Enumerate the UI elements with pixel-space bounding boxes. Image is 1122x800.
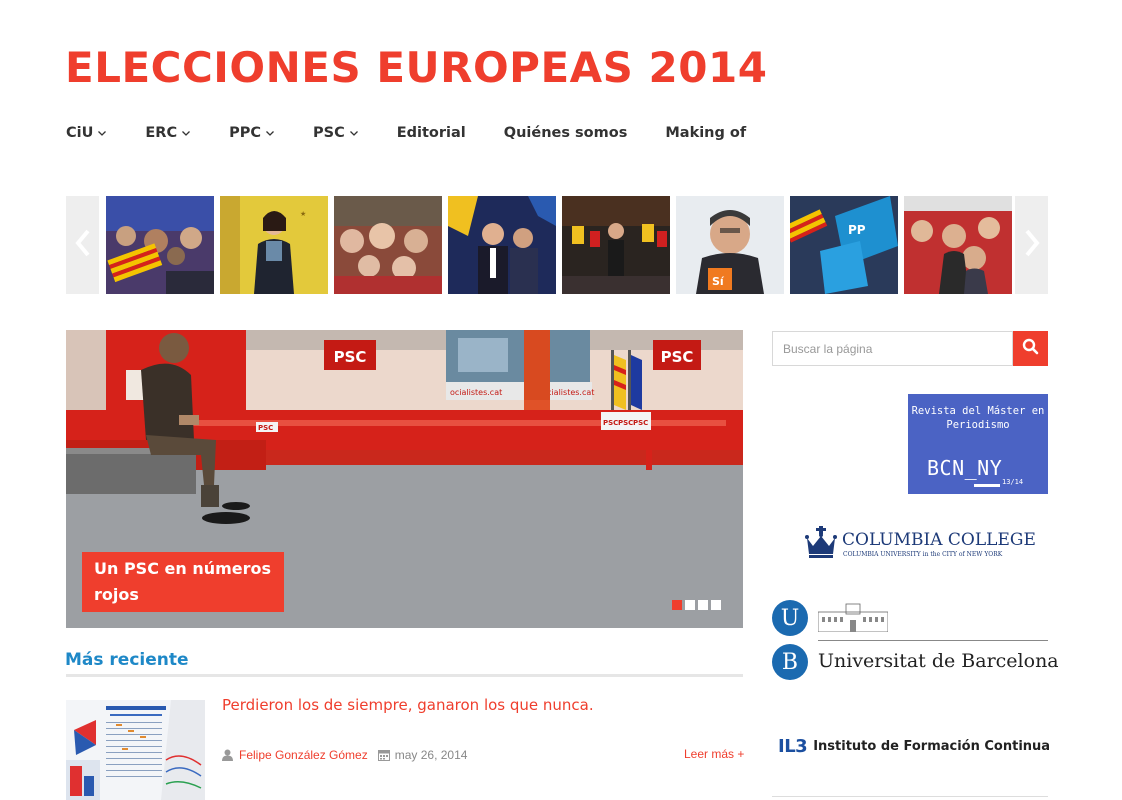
chevron-down-icon <box>265 128 275 138</box>
post-author-link[interactable]: Felipe González Gómez <box>239 748 368 762</box>
hero-psc-logo: PSC <box>661 348 694 366</box>
slider-pagination <box>672 600 721 610</box>
hero-podium-label: PSC <box>633 419 648 427</box>
nav-item-label: CiU <box>66 125 94 141</box>
bcn-banner-underline <box>974 484 1000 487</box>
nav-item-ppc[interactable]: PPC <box>229 122 275 144</box>
search-input[interactable] <box>772 331 1013 366</box>
read-more-link[interactable]: Leer más + <box>684 747 744 761</box>
post-title-link[interactable]: Perdieron los de siempre, ganaron los qu… <box>222 696 594 714</box>
post-date: may 26, 2014 <box>394 748 468 762</box>
ub-name: Universitat de Barcelona <box>818 650 1059 672</box>
slider-dot[interactable] <box>711 600 721 610</box>
nav-item-making-of[interactable]: Making of <box>665 122 746 144</box>
svg-text:PP: PP <box>848 223 866 237</box>
hero-podium-label: PSC <box>618 419 633 427</box>
nav-item-ciu[interactable]: CiU <box>66 122 107 144</box>
carousel-prev-button[interactable] <box>66 196 99 294</box>
carousel-thumb-crowd-candidate[interactable] <box>904 196 1012 294</box>
carousel-thumb-candidate-stage[interactable] <box>562 196 670 294</box>
photo-carousel: ★ Sí PP <box>66 196 1048 294</box>
nav-item-psc[interactable]: PSC <box>313 122 359 144</box>
carousel-thumb-blue-flags[interactable]: PP <box>790 196 898 294</box>
ub-divider <box>818 640 1048 641</box>
chevron-down-icon <box>349 128 359 138</box>
user-icon <box>222 749 233 761</box>
recent-heading: Más reciente <box>65 650 189 670</box>
post-meta: Felipe González Gómez may 26, 2014 <box>222 747 467 763</box>
il3-mark: IL3 <box>778 735 808 757</box>
calendar-icon <box>377 749 390 761</box>
site-title[interactable]: ELECCIONES EUROPEAS 2014 <box>65 42 767 94</box>
carousel-thumb-rally-crowd[interactable] <box>106 196 214 294</box>
columbia-college-logo[interactable]: COLUMBIA COLLEGE COLUMBIA UNIVERSITY in … <box>805 526 1036 565</box>
svg-text:★: ★ <box>300 210 306 218</box>
ub-building-icon <box>817 602 889 637</box>
section-divider <box>66 674 743 677</box>
hero-podium-label: PSC <box>603 419 618 427</box>
chevron-down-icon <box>181 128 191 138</box>
il3-name: Instituto de Formación Continua <box>813 738 1051 754</box>
featured-slider[interactable]: PSC PSC ocialistes.cat socialistes.cat P… <box>66 330 743 628</box>
sidebar-divider <box>772 796 1048 797</box>
slider-dot[interactable] <box>698 600 708 610</box>
search-button[interactable] <box>1013 331 1048 366</box>
ub-letter-b: B <box>772 644 808 680</box>
chevron-left-icon <box>74 228 91 263</box>
hero-banner-text: ocialistes.cat <box>450 388 502 397</box>
hero-caption[interactable]: Un PSC en números rojos <box>82 552 284 612</box>
chevron-right-icon <box>1024 228 1040 263</box>
slider-dot[interactable] <box>685 600 695 610</box>
nav-item-label: Making of <box>665 125 747 141</box>
search-icon <box>1022 338 1039 360</box>
universitat-barcelona-logo[interactable]: U B Universitat de Barcelona <box>772 598 1059 680</box>
il3-logo[interactable]: IL3 Instituto de Formación Continua <box>778 734 1050 758</box>
bcn-banner-text: Revista del Máster en Periodismo <box>911 405 1045 431</box>
svg-text:Sí: Sí <box>712 275 725 288</box>
bcn-ny-banner[interactable]: Revista del Máster en Periodismo BCN_NY … <box>908 394 1048 494</box>
hero-wall-label: PSC <box>258 424 273 432</box>
nav-item-label: ERC <box>145 125 178 141</box>
nav-item-erc[interactable]: ERC <box>145 122 191 144</box>
hero-psc-logo: PSC <box>334 348 367 366</box>
nav-item-label: Editorial <box>396 125 466 141</box>
post-thumbnail[interactable] <box>66 700 205 800</box>
nav-item-label: PPC <box>229 125 262 141</box>
slider-dot[interactable] <box>672 600 682 610</box>
nav-item-label: PSC <box>313 125 345 141</box>
carousel-thumb-candidates-flags[interactable] <box>448 196 556 294</box>
carousel-thumb-elderly-audience[interactable] <box>334 196 442 294</box>
nav-item-label: Quiénes somos <box>503 125 628 141</box>
bcn-banner-title: BCN_NY <box>927 456 1003 480</box>
columbia-subtitle: COLUMBIA UNIVERSITY in the CITY of NEW Y… <box>843 551 1003 558</box>
nav-item-quienes-somos[interactable]: Quiénes somos <box>504 122 628 144</box>
columbia-name: COLUMBIA COLLEGE <box>842 530 1036 550</box>
carousel-next-button[interactable] <box>1015 196 1048 294</box>
bcn-banner-subtitle: 13/14 <box>1002 478 1024 486</box>
carousel-thumb-candidate-si[interactable]: Sí <box>676 196 784 294</box>
crown-icon <box>805 526 837 565</box>
chevron-down-icon <box>97 128 107 138</box>
nav-item-editorial[interactable]: Editorial <box>397 122 466 144</box>
ub-letter-u: U <box>772 600 808 636</box>
carousel-thumb-woman-stage[interactable]: ★ <box>220 196 328 294</box>
main-nav: CiU ERC PPC PSC Editorial Quiénes somos … <box>66 122 784 144</box>
